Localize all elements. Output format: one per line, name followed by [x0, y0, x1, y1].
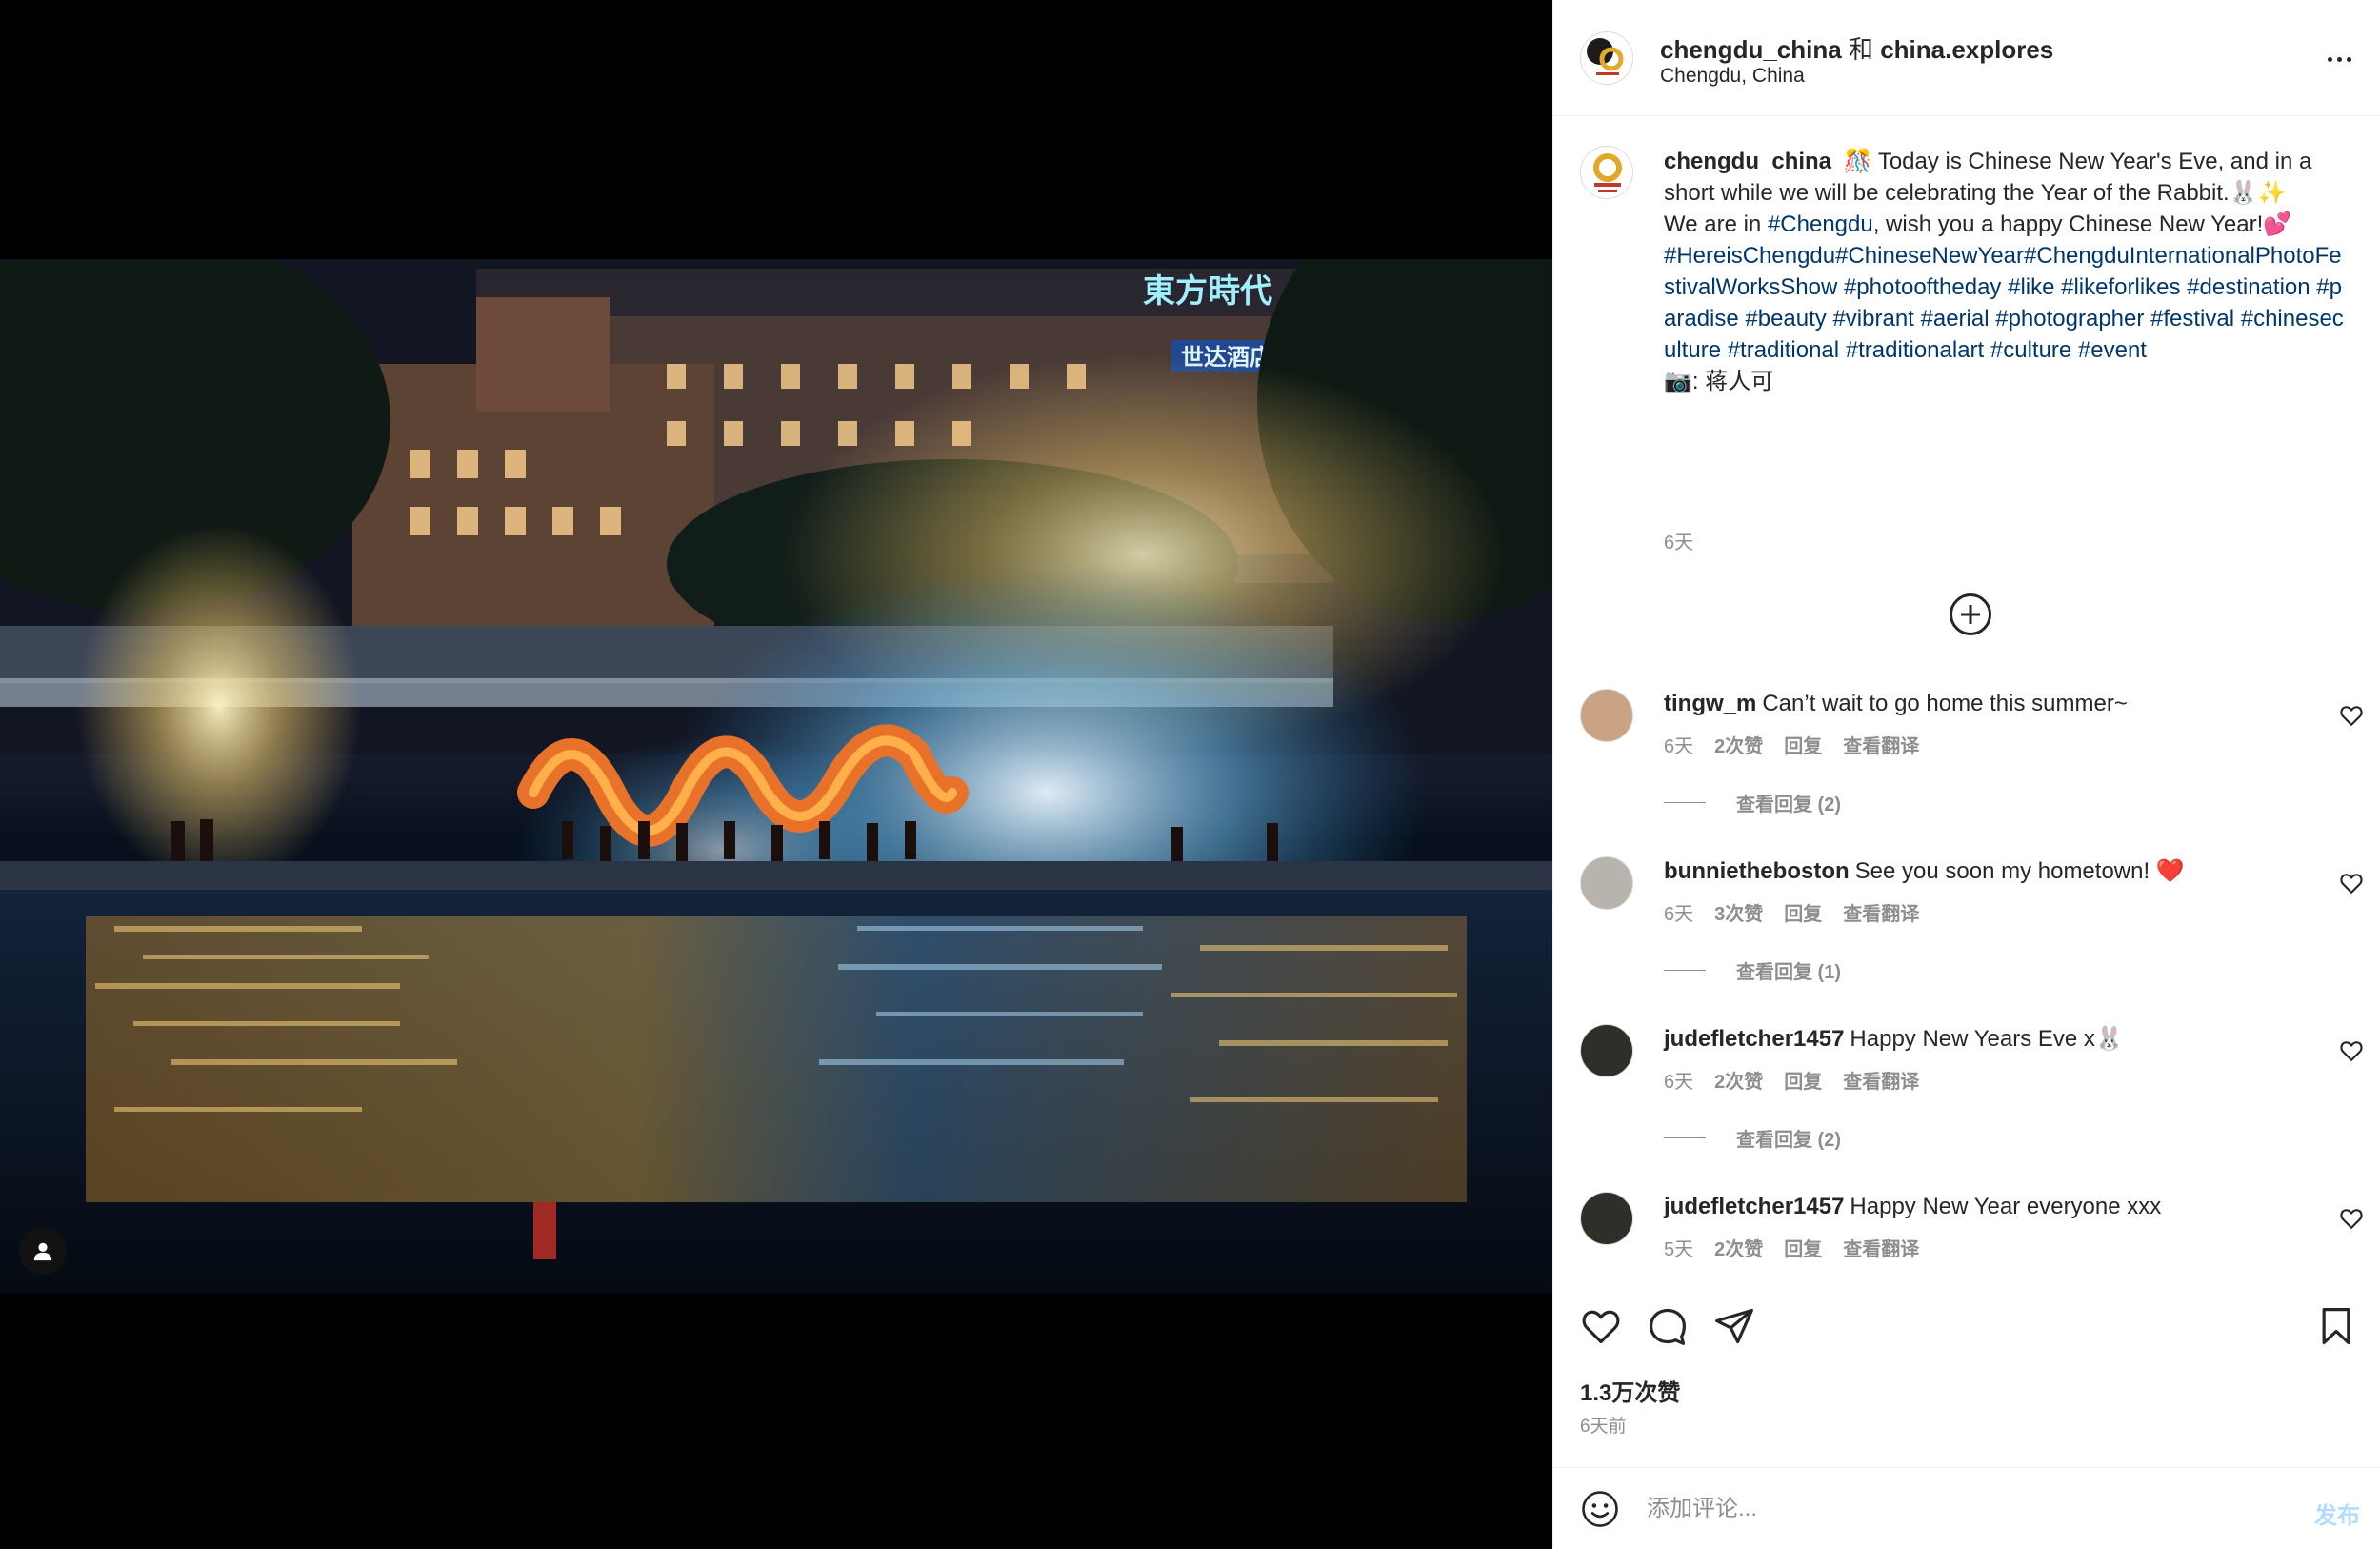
comment-text: judefletcher1457 Happy New Years Eve x🐰: [1664, 1024, 2292, 1055]
chengdu-logo: [1581, 32, 1632, 84]
smiley-icon[interactable]: [1580, 1489, 1620, 1529]
photo-credit: 📷: 蒋人可: [1664, 369, 1774, 394]
comment-time: 6天: [1664, 1072, 1694, 1093]
replies-divider: [1664, 802, 1706, 803]
heart-icon[interactable]: [2339, 1207, 2364, 1230]
comment-item: judefletcher1457 Happy New Years Eve x🐰 6天…: [1553, 1024, 2380, 1191]
view-replies-button[interactable]: 查看回复 (2): [1664, 1124, 1841, 1152]
comment-text: tingw_m Can’t wait to go home this summer…: [1664, 689, 2292, 719]
replies-divider: [1664, 1137, 1706, 1138]
comment-body: Happy New Year everyone xxx: [1850, 1194, 2162, 1219]
neon-sign-1: 東方時代: [1143, 272, 1272, 311]
chengdu-logo: [1581, 147, 1632, 198]
comment-likes[interactable]: 2次赞: [1714, 731, 1763, 758]
collab-joiner: 和: [1848, 35, 1873, 64]
post-actions: [1553, 1305, 2380, 1353]
view-replies-label: 查看回复 (2): [1736, 795, 1841, 815]
reply-button[interactable]: 回复: [1784, 1066, 1822, 1094]
comment-time: 6天: [1664, 904, 1694, 925]
comment-meta: 5天 2次赞 回复 查看翻译: [1664, 1234, 1919, 1261]
reply-button[interactable]: 回复: [1784, 731, 1822, 758]
post-photo[interactable]: 東方時代 世达酒店: [0, 259, 1552, 1294]
likes-count[interactable]: 1.3万次赞: [1580, 1374, 1680, 1407]
comment-meta: 6天 3次赞 回复 查看翻译: [1664, 898, 1919, 926]
reply-button[interactable]: 回复: [1784, 1234, 1822, 1261]
plus-circle-icon[interactable]: [1950, 593, 1991, 635]
commenter-username[interactable]: bunnietheboston: [1664, 858, 1850, 884]
user-icon: [33, 1242, 52, 1261]
more-dots-icon: [2327, 56, 2351, 62]
heart-icon[interactable]: [2339, 1039, 2364, 1062]
author-avatar[interactable]: [1580, 31, 1633, 85]
comment-likes[interactable]: 3次赞: [1714, 898, 1763, 926]
translate-button[interactable]: 查看翻译: [1843, 1066, 1919, 1094]
fireworks-dragon-dance-photo: 東方時代 世达酒店: [0, 259, 1552, 1294]
commenter-username[interactable]: judefletcher1457: [1664, 1194, 1844, 1219]
replies-divider: [1664, 970, 1706, 971]
tagged-users-button[interactable]: [19, 1227, 67, 1275]
caption-username[interactable]: chengdu_china: [1664, 149, 1831, 174]
heart-icon[interactable]: [2339, 704, 2364, 727]
comment-likes[interactable]: 2次赞: [1714, 1234, 1763, 1261]
comment-text: judefletcher1457 Happy New Year everyone …: [1664, 1192, 2292, 1222]
heart-icon[interactable]: [1580, 1305, 1622, 1347]
paper-plane-icon[interactable]: [1713, 1305, 1755, 1347]
hashtag-chengdu[interactable]: #Chengdu: [1768, 211, 1873, 237]
post-header: chengdu_china 和 china.explores Chengdu, …: [1553, 0, 2380, 116]
comment-bubble-icon[interactable]: [1647, 1305, 1689, 1347]
heart-icon[interactable]: [2339, 872, 2364, 895]
comment-body: See you soon my hometown! ❤️: [1854, 858, 2185, 884]
comment-composer: 发布: [1553, 1467, 2380, 1549]
commenter-avatar[interactable]: [1580, 689, 1633, 742]
commenter-avatar[interactable]: [1580, 856, 1633, 910]
comment-item: bunnietheboston See you soon my hometown!…: [1553, 856, 2380, 1023]
comment-meta: 6天 2次赞 回复 查看翻译: [1664, 1066, 1919, 1094]
caption-hashtags[interactable]: #HereisChengdu#ChineseNewYear#ChengduInt…: [1664, 240, 2350, 366]
comment-likes[interactable]: 2次赞: [1714, 1066, 1763, 1094]
comment-input[interactable]: [1647, 1487, 2256, 1531]
caption-paragraph-2: We are in #Chengdu, wish you a happy Chi…: [1664, 211, 2292, 237]
translate-button[interactable]: 查看翻译: [1843, 731, 1919, 758]
view-replies-button[interactable]: 查看回复 (2): [1664, 789, 1841, 816]
post-timestamp: 6天前: [1580, 1417, 1627, 1437]
bookmark-icon[interactable]: [2315, 1305, 2357, 1347]
view-replies-button[interactable]: 查看回复 (1): [1664, 956, 1841, 984]
comment-text: bunnietheboston See you soon my hometown!…: [1664, 856, 2292, 887]
commenter-username[interactable]: tingw_m: [1664, 691, 1756, 716]
comment-time: 6天: [1664, 736, 1694, 757]
caption-time: 6天: [1664, 533, 1694, 553]
reply-button[interactable]: 回复: [1784, 898, 1822, 926]
post-caption: chengdu_china 🎊 Today is Chinese New Yea…: [1664, 146, 2350, 397]
post-media: 東方時代 世达酒店: [0, 0, 1552, 1549]
comment-meta: 6天 2次赞 回复 查看翻译: [1664, 731, 1919, 758]
translate-button[interactable]: 查看翻译: [1843, 898, 1919, 926]
collaborator-username[interactable]: china.explores: [1880, 35, 2053, 64]
comments-list[interactable]: chengdu_china 🎊 Today is Chinese New Yea…: [1553, 117, 2380, 1308]
caption-author-avatar[interactable]: [1580, 146, 1633, 199]
translate-button[interactable]: 查看翻译: [1843, 1234, 1919, 1261]
commenter-avatar[interactable]: [1580, 1024, 1633, 1077]
author-username[interactable]: chengdu_china: [1660, 35, 1842, 64]
comment-item: tingw_m Can’t wait to go home this summer…: [1553, 689, 2380, 855]
post-location[interactable]: Chengdu, China: [1660, 65, 1805, 88]
post-comment-button[interactable]: 发布: [2314, 1497, 2360, 1530]
comment-body: Can’t wait to go home this summer~: [1762, 691, 2128, 716]
more-options-button[interactable]: [2320, 42, 2358, 76]
post-author-line: chengdu_china 和 china.explores: [1660, 30, 2053, 66]
comment-time: 5天: [1664, 1239, 1694, 1260]
view-replies-label: 查看回复 (1): [1736, 962, 1841, 983]
post-details-panel: chengdu_china 和 china.explores Chengdu, …: [1552, 0, 2380, 1549]
view-replies-label: 查看回复 (2): [1736, 1130, 1841, 1151]
comment-body: Happy New Years Eve x🐰: [1850, 1026, 2124, 1052]
commenter-username[interactable]: judefletcher1457: [1664, 1026, 1844, 1052]
commenter-avatar[interactable]: [1580, 1192, 1633, 1245]
comment-item: judefletcher1457 Happy New Year everyone …: [1553, 1192, 2380, 1308]
